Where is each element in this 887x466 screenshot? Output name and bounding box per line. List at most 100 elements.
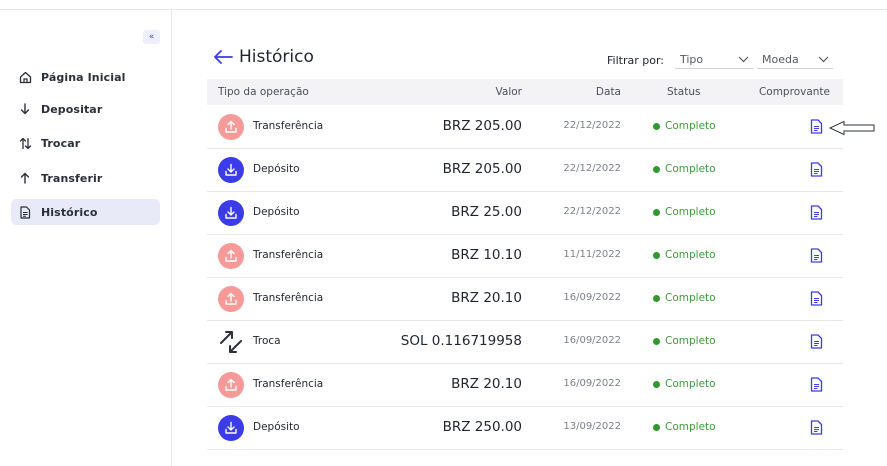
arrow-down-icon <box>18 102 32 116</box>
operation-type: Transferência <box>253 120 324 132</box>
status-badge: Completo <box>653 249 716 261</box>
deposit-icon <box>218 415 244 441</box>
table-row: Transferência BRZ 10.10 11/11/2022 Completo <box>207 235 843 278</box>
status-badge: Completo <box>653 206 716 218</box>
column-header-status: Status <box>667 86 701 98</box>
deposit-icon <box>218 157 244 183</box>
page-title: Histórico <box>239 47 314 67</box>
status-badge: Completo <box>653 378 716 390</box>
operation-type: Depósito <box>253 206 300 218</box>
annotation-arrow-icon <box>828 120 875 136</box>
operation-date: 16/09/2022 <box>563 378 621 389</box>
operation-date: 16/09/2022 <box>563 335 621 346</box>
receipt-icon[interactable] <box>810 377 823 392</box>
type-filter-select[interactable]: Tipo <box>675 51 753 69</box>
status-dot <box>653 251 660 259</box>
status-text: Completo <box>665 421 716 433</box>
table-row: Depósito BRZ 25.00 22/12/2022 Completo <box>207 192 843 235</box>
table-row: Transferência BRZ 20.10 16/09/2022 Completo <box>207 278 843 321</box>
operation-type: Transferência <box>253 292 324 304</box>
sidebar-item-pagina-inicial[interactable]: Página Inicial <box>11 64 160 90</box>
deposit-icon <box>218 200 244 226</box>
type-filter-value: Tipo <box>680 53 704 66</box>
status-badge: Completo <box>653 163 716 175</box>
status-dot <box>653 208 660 216</box>
chevron-down-icon <box>738 56 749 63</box>
column-header-operation: Tipo da operação <box>218 86 309 98</box>
operation-value: BRZ 20.10 <box>451 376 522 392</box>
chevron-down-icon <box>818 56 829 63</box>
status-dot <box>653 337 660 345</box>
transfer-icon <box>218 372 244 398</box>
operation-value: BRZ 205.00 <box>442 161 522 177</box>
sidebar-item-trocar[interactable]: Trocar <box>11 130 160 156</box>
status-text: Completo <box>665 335 716 347</box>
operation-date: 22/12/2022 <box>563 163 621 174</box>
status-text: Completo <box>665 249 716 261</box>
receipt-icon[interactable] <box>810 119 823 134</box>
status-badge: Completo <box>653 335 716 347</box>
status-text: Completo <box>665 120 716 132</box>
collapse-sidebar-button[interactable]: « <box>143 30 160 44</box>
table-row: Troca SOL 0.116719958 16/09/2022 Completo <box>207 321 843 364</box>
operation-value: SOL 0.116719958 <box>400 333 522 349</box>
transfer-icon <box>218 114 244 140</box>
status-dot <box>653 423 660 431</box>
operation-value: BRZ 205.00 <box>442 118 522 134</box>
transfer-icon <box>218 243 244 269</box>
sidebar-item-transferir[interactable]: Transferir <box>11 165 160 191</box>
operation-date: 11/11/2022 <box>563 249 621 260</box>
status-badge: Completo <box>653 292 716 304</box>
operation-type: Transferência <box>253 378 324 390</box>
sidebar-item-label: Depositar <box>41 102 103 116</box>
status-text: Completo <box>665 292 716 304</box>
operation-date: 13/09/2022 <box>563 421 621 432</box>
status-badge: Completo <box>653 421 716 433</box>
status-dot <box>653 165 660 173</box>
swap-vertical-icon <box>18 136 32 150</box>
operation-type: Troca <box>253 335 281 347</box>
receipt-icon[interactable] <box>810 205 823 220</box>
status-badge: Completo <box>653 120 716 132</box>
sidebar-item-label: Transferir <box>41 171 103 185</box>
column-header-receipt: Comprovante <box>758 86 830 98</box>
status-dot <box>653 122 660 130</box>
sidebar-item-depositar[interactable]: Depositar <box>11 96 160 122</box>
sidebar-item-label: Histórico <box>41 205 98 219</box>
currency-filter-select[interactable]: Moeda <box>757 51 833 69</box>
receipt-icon[interactable] <box>810 420 823 435</box>
document-icon <box>18 205 32 219</box>
table-header: Tipo da operação Valor Data Status Compr… <box>207 79 843 105</box>
column-header-value: Valor <box>495 86 522 98</box>
operation-value: BRZ 25.00 <box>451 204 522 220</box>
receipt-icon[interactable] <box>810 291 823 306</box>
status-dot <box>653 294 660 302</box>
table-row: Transferência BRZ 20.10 16/09/2022 Completo <box>207 364 843 407</box>
sidebar-item-label: Página Inicial <box>41 70 126 84</box>
operation-date: 16/09/2022 <box>563 292 621 303</box>
receipt-icon[interactable] <box>810 334 823 349</box>
status-text: Completo <box>665 206 716 218</box>
sidebar-item-historico[interactable]: Histórico <box>11 199 160 225</box>
column-header-date: Data <box>595 86 621 98</box>
operation-date: 22/12/2022 <box>563 120 621 131</box>
operation-value: BRZ 250.00 <box>442 419 522 435</box>
arrow-left-icon[interactable] <box>213 49 233 65</box>
sidebar-item-label: Trocar <box>41 136 81 150</box>
receipt-icon[interactable] <box>810 162 823 177</box>
filter-label: Filtrar por: <box>607 53 664 67</box>
status-text: Completo <box>665 163 716 175</box>
operation-value: BRZ 10.10 <box>451 247 522 263</box>
status-dot <box>653 380 660 388</box>
receipt-icon[interactable] <box>810 248 823 263</box>
swap-icon <box>218 329 244 355</box>
page-header: Histórico <box>213 47 314 67</box>
operation-value: BRZ 20.10 <box>451 290 522 306</box>
status-text: Completo <box>665 378 716 390</box>
transfer-icon <box>218 286 244 312</box>
table-row: Transferência BRZ 205.00 22/12/2022 Complet… <box>207 106 843 149</box>
table-row: Depósito BRZ 205.00 22/12/2022 Completo <box>207 149 843 192</box>
table-row: Depósito BRZ 250.00 13/09/2022 Completo <box>207 407 843 450</box>
sidebar: « Página Inicial Depositar Trocar Transf… <box>0 10 172 466</box>
filters-bar: Filtrar por: Tipo Moeda <box>607 51 833 69</box>
